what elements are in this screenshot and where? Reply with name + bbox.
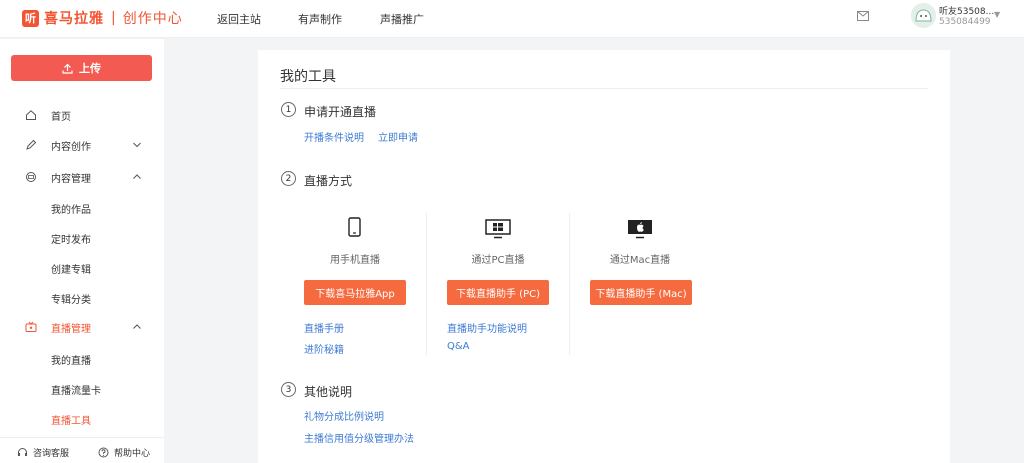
chevron-up-icon: [133, 174, 141, 179]
help-center-link[interactable]: 帮助中心: [98, 446, 150, 459]
pen-icon: [26, 139, 37, 150]
sidebar-sub-my-works[interactable]: 我的作品: [51, 201, 91, 216]
avatar[interactable]: [911, 3, 936, 28]
phone-icon: [348, 217, 361, 237]
logo-subtitle: 创作中心: [122, 11, 183, 27]
tv-icon: [25, 321, 37, 332]
user-id: 535084499: [939, 17, 991, 27]
logo-name: 喜马拉雅: [44, 11, 104, 27]
section-number: 1: [281, 102, 296, 117]
section-title-other: 其他说明: [304, 385, 353, 399]
sidebar-item-content-management[interactable]: 内容管理: [0, 166, 164, 188]
download-mac-assistant-button[interactable]: 下载直播助手 (Mac): [590, 280, 692, 305]
nav-audio-production[interactable]: 有声制作: [298, 11, 342, 27]
tools-card: 我的工具 1 申请开通直播 开播条件说明 立即申请 2 直播方式 用手机直播 下…: [258, 50, 950, 463]
section-title-methods: 直播方式: [304, 174, 353, 188]
link-qa[interactable]: Q&A: [447, 341, 470, 352]
sidebar-sub-my-live[interactable]: 我的直播: [51, 352, 91, 367]
chevron-down-icon[interactable]: ▼: [994, 10, 1000, 19]
customer-service-label: 咨询客服: [33, 449, 70, 459]
column-divider: [426, 213, 427, 355]
link-eligibility[interactable]: 开播条件说明: [304, 129, 364, 144]
help-center-label: 帮助中心: [114, 449, 151, 459]
link-advanced-tips[interactable]: 进阶秘籍: [304, 341, 344, 356]
logo[interactable]: 听 喜马拉雅 | 创作中心: [22, 8, 183, 28]
upload-label: 上传: [79, 62, 101, 75]
section-title-apply: 申请开通直播: [304, 105, 377, 119]
sidebar: 上传 首页 内容创作 内容管理 我的作品 定时发布 创建专辑 专辑分类 直播管理…: [0, 39, 164, 463]
link-live-manual[interactable]: 直播手册: [304, 320, 344, 335]
sidebar-item-label: 内容管理: [51, 174, 91, 185]
sidebar-item-label: 直播管理: [51, 324, 91, 335]
sidebar-item-label: 首页: [51, 112, 71, 123]
section-number: 2: [281, 171, 296, 186]
apple-monitor-icon: [628, 220, 652, 239]
sidebar-sub-traffic-card[interactable]: 直播流量卡: [51, 382, 101, 397]
section-number: 3: [281, 382, 296, 397]
windows-monitor-icon: [485, 219, 511, 239]
divider: [280, 88, 928, 89]
link-assistant-features[interactable]: 直播助手功能说明: [447, 320, 527, 335]
sidebar-footer: 咨询客服 帮助中心: [0, 437, 164, 463]
nav-back-to-main[interactable]: 返回主站: [217, 11, 261, 27]
method-label-pc: 通过PC直播: [471, 255, 525, 266]
user-name[interactable]: 听友53508...: [939, 4, 994, 17]
chevron-up-icon: [133, 324, 141, 329]
nav-promotion[interactable]: 声播推广: [380, 11, 424, 27]
page-title: 我的工具: [280, 69, 336, 85]
download-pc-assistant-button[interactable]: 下载直播助手 (PC): [447, 280, 549, 305]
column-divider: [569, 213, 570, 355]
mail-icon[interactable]: [857, 11, 869, 21]
sidebar-sub-create-album[interactable]: 创建专辑: [51, 261, 91, 276]
top-header: 听 喜马拉雅 | 创作中心 返回主站 有声制作 声播推广 听友53508... …: [0, 0, 1024, 38]
chevron-down-icon: [133, 142, 141, 148]
link-apply-now[interactable]: 立即申请: [378, 129, 418, 144]
sidebar-sub-album-category[interactable]: 专辑分类: [51, 291, 91, 306]
logo-mark-icon: 听: [22, 9, 39, 27]
upload-button[interactable]: 上传: [11, 55, 152, 81]
customer-service-link[interactable]: 咨询客服: [17, 446, 69, 459]
sidebar-item-content-creation[interactable]: 内容创作: [0, 134, 164, 156]
link-gift-share[interactable]: 礼物分成比例说明: [304, 408, 384, 423]
method-label-mac: 通过Mac直播: [609, 255, 671, 266]
sidebar-item-live-management[interactable]: 直播管理: [0, 316, 164, 338]
sidebar-sub-live-tools[interactable]: 直播工具: [51, 412, 91, 427]
home-icon: [26, 110, 36, 120]
link-credit-rules[interactable]: 主播信用值分级管理办法: [304, 430, 414, 445]
sidebar-item-label: 内容创作: [51, 142, 91, 153]
upload-icon: [62, 63, 73, 74]
method-label-phone: 用手机直播: [330, 255, 380, 266]
sidebar-item-home[interactable]: 首页: [0, 104, 164, 126]
download-app-button[interactable]: 下载喜马拉雅App: [304, 280, 406, 305]
folder-icon: [26, 172, 36, 182]
headset-icon: [18, 448, 27, 456]
sidebar-sub-scheduled[interactable]: 定时发布: [51, 231, 91, 246]
help-icon: [98, 447, 109, 458]
logo-separator: |: [111, 10, 116, 26]
